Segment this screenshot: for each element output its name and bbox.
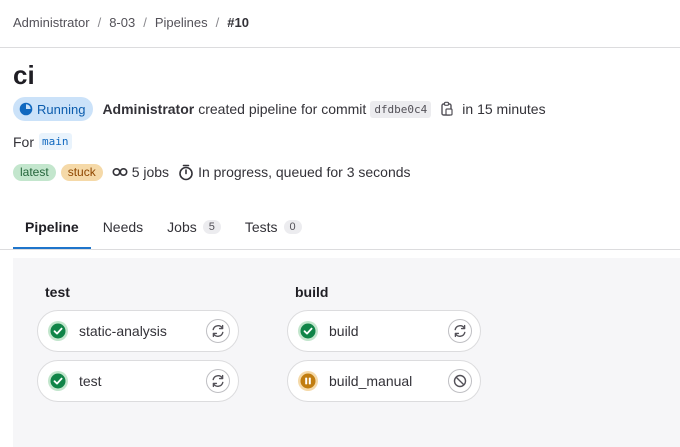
running-status-icon bbox=[19, 102, 33, 116]
tab-tests[interactable]: Tests 0 bbox=[233, 204, 314, 249]
retry-button[interactable] bbox=[448, 319, 472, 343]
copy-icon[interactable] bbox=[440, 101, 454, 117]
tab-label: Needs bbox=[102, 218, 144, 235]
branch-link[interactable]: main bbox=[39, 133, 72, 150]
job-static-analysis[interactable]: static-analysis bbox=[37, 310, 239, 352]
cancel-icon bbox=[453, 374, 467, 388]
pipeline-meta-line: latest stuck 5 jobs In progress, queued … bbox=[13, 161, 411, 183]
tab-jobs[interactable]: Jobs 5 bbox=[155, 204, 233, 249]
header-divider bbox=[0, 47, 680, 48]
stuck-badge: stuck bbox=[60, 163, 103, 181]
cancel-button[interactable] bbox=[448, 369, 472, 393]
created-text: created pipeline for commit bbox=[198, 101, 367, 117]
job-build[interactable]: build bbox=[287, 310, 481, 352]
pipeline-status-line: Running Administrator created pipeline f… bbox=[13, 97, 546, 121]
breadcrumb: Administrator / 8-03 / Pipelines / #10 bbox=[13, 15, 249, 30]
check-circle-icon bbox=[297, 320, 319, 342]
status-badge-label: Running bbox=[37, 101, 86, 117]
job-test[interactable]: test bbox=[37, 360, 239, 402]
tab-count-badge: 0 bbox=[283, 219, 302, 234]
commit-sha-link[interactable]: dfdbe0c4 bbox=[370, 100, 432, 118]
retry-icon bbox=[212, 374, 224, 388]
stage-title: build bbox=[295, 284, 329, 300]
breadcrumb-separator: / bbox=[97, 15, 102, 30]
tab-label: Tests bbox=[244, 218, 278, 235]
breadcrumb-item-current[interactable]: #10 bbox=[227, 15, 249, 30]
tab-count-badge: 5 bbox=[202, 219, 221, 234]
progress-text: In progress, queued for 3 seconds bbox=[198, 164, 411, 180]
job-name: static-analysis bbox=[79, 323, 167, 339]
check-circle-icon bbox=[47, 320, 69, 342]
job-name: test bbox=[79, 373, 102, 389]
tab-label: Pipeline bbox=[25, 218, 79, 235]
ref-prefix: For bbox=[13, 133, 34, 150]
jobs-count: 5 jobs bbox=[131, 164, 170, 180]
tabs-divider bbox=[0, 249, 680, 250]
retry-button[interactable] bbox=[206, 319, 230, 343]
retry-button[interactable] bbox=[206, 369, 230, 393]
check-circle-icon bbox=[47, 370, 69, 392]
tab-label: Jobs bbox=[167, 218, 197, 235]
author-link[interactable]: Administrator bbox=[102, 101, 194, 117]
job-build-manual[interactable]: build_manual bbox=[287, 360, 481, 402]
tab-pipeline[interactable]: Pipeline bbox=[13, 204, 91, 249]
pipeline-graph: test static-analysis test build build bu… bbox=[13, 258, 680, 447]
retry-icon bbox=[454, 324, 466, 338]
pipeline-jobs-icon bbox=[112, 166, 128, 178]
latest-badge: latest bbox=[13, 163, 56, 181]
breadcrumb-item-project[interactable]: 8-03 bbox=[109, 15, 135, 30]
pause-circle-icon bbox=[297, 370, 319, 392]
breadcrumb-item-administrator[interactable]: Administrator bbox=[13, 15, 90, 30]
breadcrumb-separator: / bbox=[143, 15, 147, 30]
timer-icon bbox=[178, 164, 194, 181]
retry-icon bbox=[212, 324, 224, 338]
created-time: in 15 minutes bbox=[462, 101, 546, 117]
tab-needs[interactable]: Needs bbox=[91, 204, 155, 249]
stage-title: test bbox=[45, 284, 70, 300]
breadcrumb-item-pipelines[interactable]: Pipelines bbox=[155, 15, 208, 30]
pipeline-tabs: Pipeline Needs Jobs 5 Tests 0 bbox=[13, 204, 314, 249]
status-badge[interactable]: Running bbox=[13, 97, 94, 121]
page-title: ci bbox=[13, 60, 35, 90]
job-name: build bbox=[329, 323, 359, 339]
ref-line: For main bbox=[13, 133, 72, 150]
breadcrumb-separator: / bbox=[215, 15, 220, 30]
job-name: build_manual bbox=[329, 373, 413, 389]
